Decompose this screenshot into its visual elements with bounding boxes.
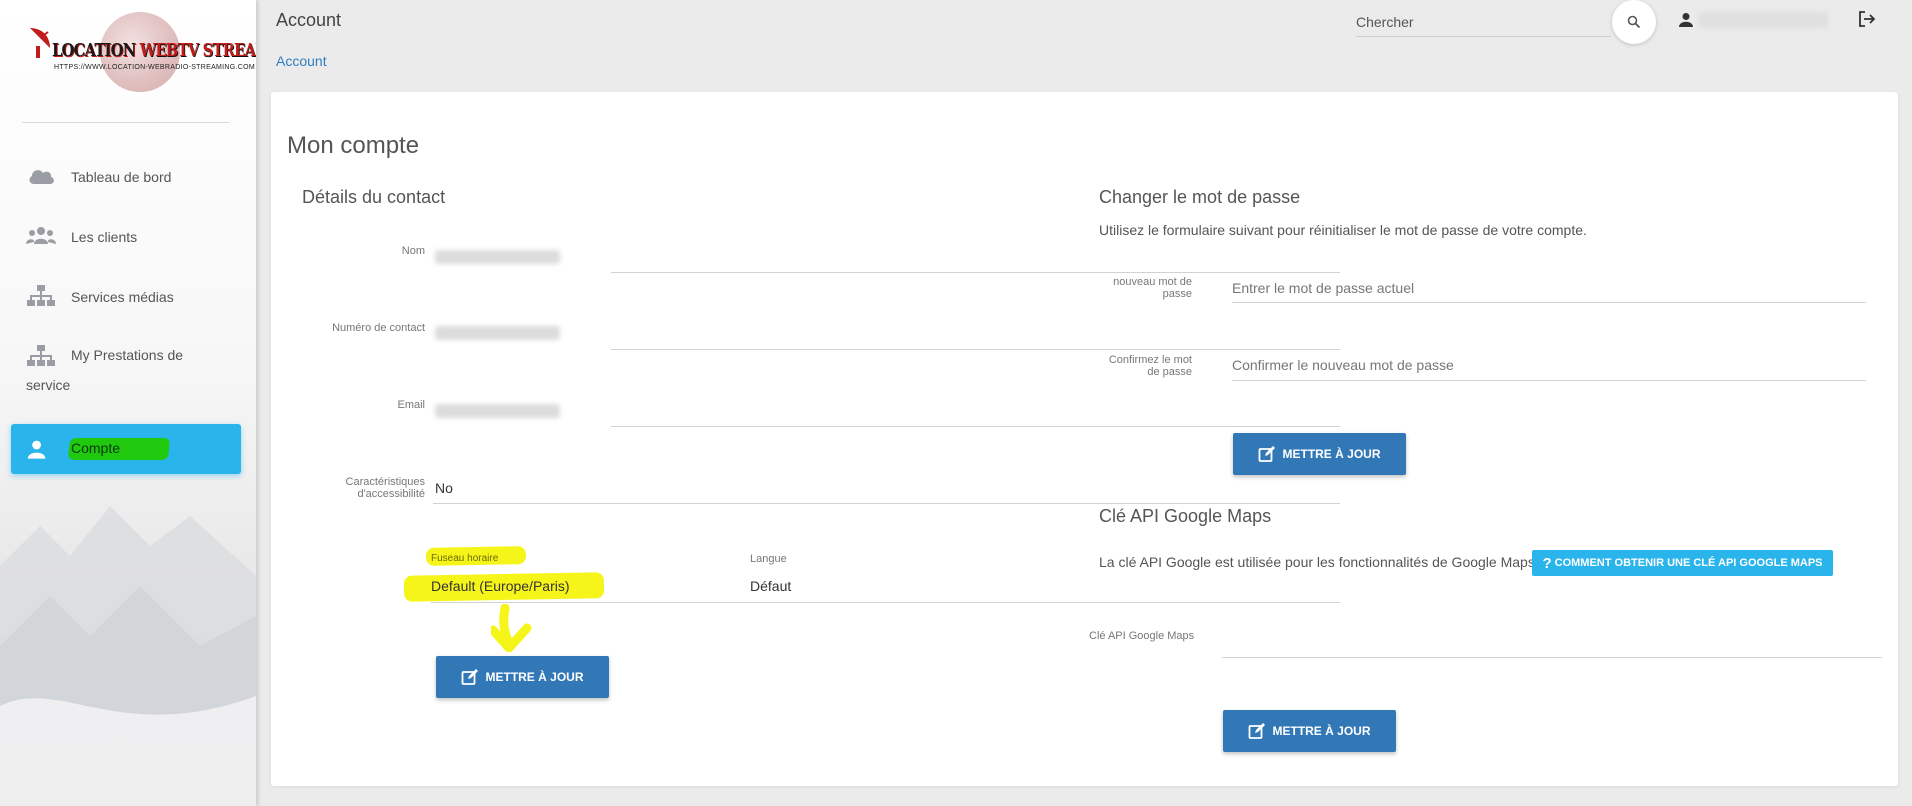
accessibility-field-underline [433, 503, 1340, 504]
search-field [1356, 10, 1611, 37]
accessibility-select[interactable]: No [435, 480, 453, 496]
confirm-password-underline [1232, 380, 1866, 381]
question-icon: ? [1542, 554, 1552, 572]
brand-name: LOCATION WEBTV STREAMING [52, 40, 256, 61]
cloud-icon [29, 170, 54, 184]
maps-key-label: Clé API Google Maps [1089, 630, 1195, 642]
new-password-underline [1232, 302, 1866, 303]
email-value[interactable] [435, 404, 560, 418]
sidebar-divider [22, 122, 229, 123]
password-section-description: Utilisez le formulaire suivant pour réin… [1099, 222, 1587, 238]
sidebar-item-label: Services médias [71, 289, 174, 305]
sidebar-item-label-line2: service [26, 377, 71, 393]
users-icon [26, 227, 56, 244]
phone-label: Numéro de contact [332, 322, 425, 334]
maps-key-input[interactable] [1222, 626, 1822, 646]
timezone-select[interactable]: Default (Europe/Paris) [431, 578, 570, 594]
search-icon [1627, 15, 1641, 29]
edit-icon [462, 669, 479, 685]
logout-icon[interactable] [1858, 10, 1876, 28]
page-title: Account [276, 10, 342, 30]
maps-section-description: La clé API Google est utilisée pour les … [1099, 554, 1539, 570]
search-button[interactable] [1612, 0, 1656, 44]
phone-value[interactable] [435, 326, 560, 340]
user-icon[interactable] [1679, 12, 1693, 28]
name-value[interactable] [435, 250, 560, 264]
email-label: Email [397, 399, 425, 411]
brand-url: HTTPS://WWW.LOCATION-WEBRADIO-STREAMING.… [54, 64, 255, 71]
brand-logo[interactable]: LOCATION WEBTV STREAMING HTTPS://WWW.LOC… [22, 10, 256, 100]
timezone-language-underline [431, 602, 1340, 603]
sidebar-item-dashboard[interactable]: Tableau de bord [0, 150, 256, 210]
maps-section-title: Clé API Google Maps [1099, 506, 1272, 526]
breadcrumb[interactable]: Account [276, 53, 327, 69]
sitemap-icon [27, 345, 55, 366]
confirm-password-input[interactable] [1232, 355, 1632, 375]
mountain-background-image [0, 506, 256, 806]
edit-icon [1259, 446, 1276, 462]
phone-field-underline [611, 349, 1340, 350]
sidebar-item-label: Tableau de bord [71, 169, 172, 185]
password-update-button[interactable]: METTRE À JOUR [1233, 433, 1406, 475]
sidebar-item-media-services[interactable]: Services médias [0, 270, 256, 330]
top-bar: Account Account [256, 0, 1912, 90]
sidebar-item-my-services[interactable]: My Prestations de service [0, 330, 256, 422]
sitemap-icon [27, 285, 55, 306]
confirm-password-label: Confirmez le mot de passe [1108, 354, 1192, 378]
new-password-label: nouveau mot de passe [1113, 276, 1192, 300]
password-section-title: Changer le mot de passe [1099, 187, 1301, 207]
sidebar-item-label: Les clients [71, 229, 138, 245]
maps-key-underline [1222, 657, 1882, 658]
accessibility-label: Caractéristiques d'accessibilité [345, 476, 425, 500]
search-input[interactable] [1356, 10, 1596, 34]
new-password-input[interactable] [1232, 278, 1632, 298]
contact-section-title: Détails du contact [302, 187, 446, 207]
sidebar: LOCATION WEBTV STREAMING HTTPS://WWW.LOC… [0, 0, 256, 806]
sidebar-item-account[interactable]: Compte [11, 424, 241, 474]
timezone-label: Fuseau horaire [431, 553, 499, 564]
arrow-annotation-icon [491, 604, 532, 652]
sidebar-item-clients[interactable]: Les clients [0, 210, 256, 270]
button-label: METTRE À JOUR [485, 670, 584, 684]
edit-icon [1249, 723, 1266, 739]
language-select[interactable]: Défaut [750, 578, 791, 594]
maps-help-button[interactable]: ? COMMENT OBTENIR UNE CLÉ API GOOGLE MAP… [1532, 550, 1833, 576]
button-label: COMMENT OBTENIR UNE CLÉ API GOOGLE MAPS [1554, 557, 1823, 569]
name-label: Nom [401, 245, 425, 257]
name-field-underline [611, 272, 1340, 273]
button-label: METTRE À JOUR [1282, 447, 1381, 461]
contact-update-button[interactable]: METTRE À JOUR [436, 656, 609, 698]
user-name[interactable] [1698, 12, 1828, 28]
sidebar-item-label: My Prestations de [71, 347, 184, 363]
maps-update-button[interactable]: METTRE À JOUR [1223, 710, 1396, 752]
sidebar-nav: Tableau de bord Les clients Services méd… [0, 150, 256, 422]
card-title: Mon compte [287, 132, 420, 159]
user-icon [27, 440, 46, 459]
language-label: Langue [750, 553, 787, 565]
button-label: METTRE À JOUR [1272, 724, 1371, 738]
sidebar-item-label: Compte [71, 440, 121, 456]
email-field-underline [611, 426, 1340, 427]
account-card: Mon compte Détails du contact Nom Numéro… [271, 92, 1898, 786]
